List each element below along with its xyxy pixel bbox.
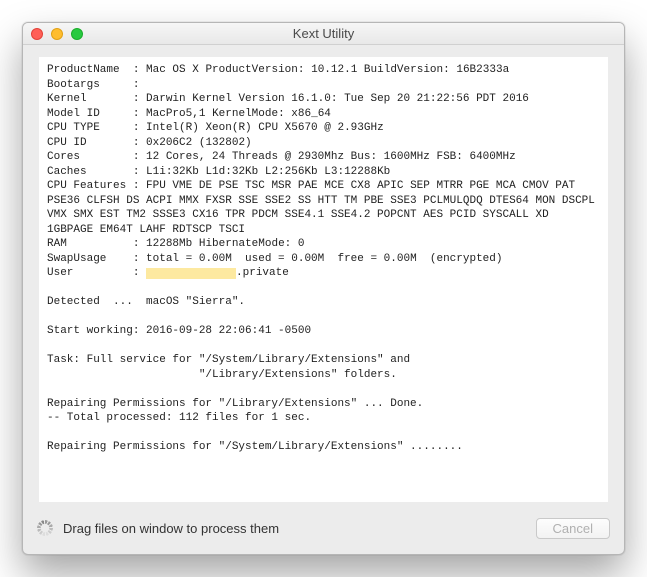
footer-hint: Drag files on window to process them xyxy=(63,521,526,536)
log-line: SwapUsage : total = 0.00M used = 0.00M f… xyxy=(47,253,503,265)
log-line: Detected ... macOS "Sierra". xyxy=(47,296,245,308)
log-line: Repairing Permissions for "/System/Libra… xyxy=(47,441,463,453)
log-line: Start working: 2016-09-28 22:06:41 -0500 xyxy=(47,325,311,337)
window-title: Kext Utility xyxy=(23,26,624,41)
log-line: -- Total processed: 112 files for 1 sec. xyxy=(47,412,311,424)
log-line: RAM : 12288Mb HibernateMode: 0 xyxy=(47,238,305,250)
log-line: Cores : 12 Cores, 24 Threads @ 2930Mhz B… xyxy=(47,151,516,163)
log-line: ProductName : Mac OS X ProductVersion: 1… xyxy=(47,64,509,76)
log-line: CPU TYPE : Intel(R) Xeon(R) CPU X5670 @ … xyxy=(47,122,384,134)
log-line: "/Library/Extensions" folders. xyxy=(47,369,397,381)
log-line: User : .private xyxy=(47,267,289,279)
window-controls xyxy=(31,28,83,40)
log-line: CPU ID : 0x206C2 (132802) xyxy=(47,137,252,149)
close-icon[interactable] xyxy=(31,28,43,40)
minimize-icon[interactable] xyxy=(51,28,63,40)
log-line: Kernel : Darwin Kernel Version 16.1.0: T… xyxy=(47,93,529,105)
spinner-icon xyxy=(37,520,53,536)
cancel-button[interactable]: Cancel xyxy=(536,518,610,539)
footer: Drag files on window to process them Can… xyxy=(23,502,624,554)
log-line: Bootargs : xyxy=(47,79,146,91)
log-output[interactable]: ProductName : Mac OS X ProductVersion: 1… xyxy=(39,57,608,502)
log-line: Task: Full service for "/System/Library/… xyxy=(47,354,410,366)
redacted-user xyxy=(146,268,236,279)
log-line: Caches : L1i:32Kb L1d:32Kb L2:256Kb L3:1… xyxy=(47,166,390,178)
log-line: CPU Features : FPU VME DE PSE TSC MSR PA… xyxy=(47,180,602,236)
log-line: Model ID : MacPro5,1 KernelMode: x86_64 xyxy=(47,108,331,120)
zoom-icon[interactable] xyxy=(71,28,83,40)
titlebar: Kext Utility xyxy=(23,23,624,45)
log-line: Repairing Permissions for "/Library/Exte… xyxy=(47,398,423,410)
app-window: Kext Utility ProductName : Mac OS X Prod… xyxy=(22,22,625,555)
